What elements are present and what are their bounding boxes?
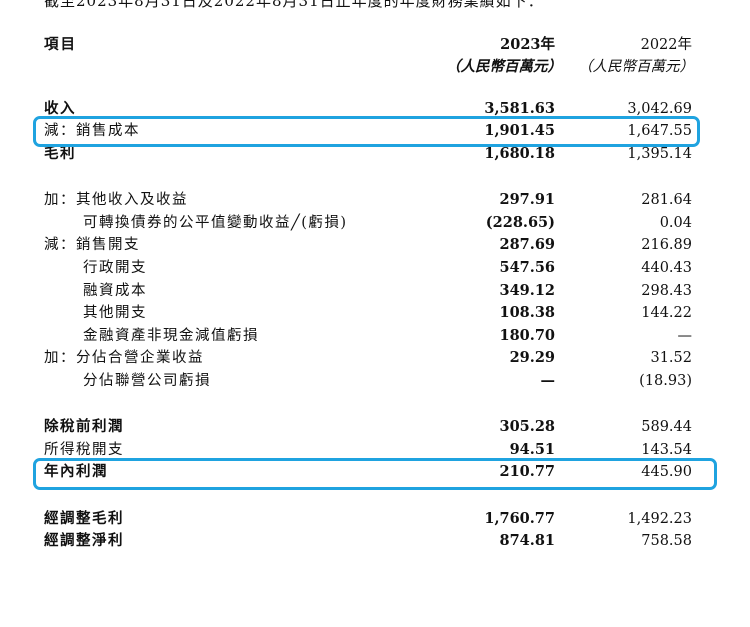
value-2023: 305.28	[499, 418, 556, 435]
unit-label-2022: （人民幣百萬元）	[578, 59, 694, 75]
table-row-jv-share: 加：分佔合營企業收益 29.29 31.52	[0, 347, 750, 369]
value-2022: 144.22	[641, 305, 692, 321]
table-row-adjusted-net-profit: 經調整淨利 874.81 758.58	[0, 530, 750, 552]
table-row-other-income: 加：其他收入及收益 297.91 281.64	[0, 189, 750, 211]
highlight-box-cost-of-sales	[33, 116, 700, 147]
value-2022: 589.44	[641, 419, 692, 435]
row-label: 分佔聯營公司虧損	[83, 373, 211, 389]
value-2022: 31.52	[650, 350, 692, 366]
row-label: 行政開支	[83, 260, 147, 276]
row-label: 金融資產非現金減值虧損	[83, 328, 259, 344]
row-label: 經調整毛利	[44, 510, 124, 527]
value-2023: 349.12	[499, 282, 556, 299]
value-2023: (228.65)	[485, 214, 555, 231]
value-2023: —	[540, 372, 556, 389]
value-2022: —	[677, 328, 693, 344]
row-label: 加：其他收入及收益	[44, 192, 188, 208]
value-2022: 216.89	[641, 237, 692, 253]
row-label: 融資成本	[83, 283, 147, 299]
column-header-2022: 2022年	[640, 37, 692, 53]
row-label: 其他開支	[83, 305, 147, 321]
value-2022: (18.93)	[639, 373, 692, 389]
unit-label-2023: （人民幣百萬元）	[446, 58, 562, 75]
value-2022: 758.58	[641, 533, 692, 549]
row-label: 經調整淨利	[44, 532, 124, 549]
table-row-admin-expenses: 行政開支 547.56 440.43	[0, 257, 750, 279]
value-2023: 180.70	[499, 327, 556, 344]
table-row-profit-before-tax: 除稅前利潤 305.28 589.44	[0, 416, 750, 438]
highlight-box-profit-for-year	[33, 458, 717, 490]
value-2022: 281.64	[641, 192, 692, 208]
row-label: 可轉換債券的公平值變動收益╱(虧損)	[83, 215, 348, 231]
table-row-selling-expenses: 減：銷售開支 287.69 216.89	[0, 234, 750, 256]
row-label: 減：銷售開支	[44, 237, 140, 253]
row-label: 加：分佔合營企業收益	[44, 350, 204, 366]
row-label: 除稅前利潤	[44, 418, 124, 435]
column-header-item: 項目	[44, 36, 77, 53]
value-2023: 287.69	[499, 236, 556, 253]
value-2023: 29.29	[509, 349, 555, 366]
value-2023: 547.56	[499, 259, 556, 276]
column-header-2023: 2023年	[500, 36, 555, 53]
table-row-other-expenses: 其他開支 108.38 144.22	[0, 302, 750, 324]
table-row-associate-share: 分佔聯營公司虧損 — (18.93)	[0, 370, 750, 392]
value-2022: 0.04	[659, 215, 692, 231]
value-2023: 108.38	[499, 304, 556, 321]
value-2022: 298.43	[641, 283, 692, 299]
value-2022: 1,492.23	[627, 511, 692, 527]
value-2022: 440.43	[641, 260, 692, 276]
table-row-impairment: 金融資產非現金減值虧損 180.70 —	[0, 325, 750, 347]
table-row-convertible-bonds: 可轉換債券的公平值變動收益╱(虧損) (228.65) 0.04	[0, 212, 750, 234]
value-2023: 297.91	[499, 191, 556, 208]
value-2023: 874.81	[499, 532, 556, 549]
table-row-finance-costs: 融資成本 349.12 298.43	[0, 280, 750, 302]
table-row-adjusted-gross-profit: 經調整毛利 1,760.77 1,492.23	[0, 508, 750, 530]
intro-text: 截至2023年8月31日及2022年8月31日止年度的年度財務業績如下：	[44, 0, 544, 10]
value-2023: 1,760.77	[484, 510, 555, 527]
